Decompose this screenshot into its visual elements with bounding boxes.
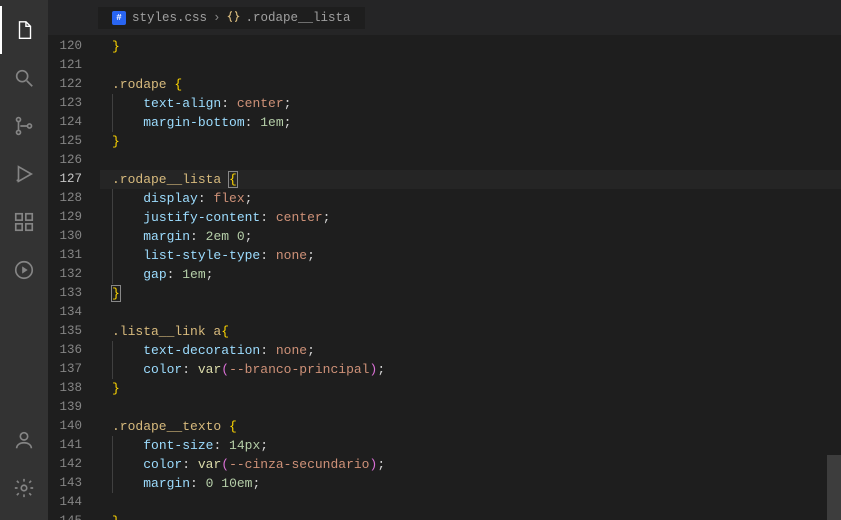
css-file-icon: # (112, 11, 126, 25)
line-number: 132 (48, 265, 82, 284)
code-line[interactable]: text-align: center; (100, 94, 841, 113)
code-line[interactable] (100, 303, 841, 322)
code-line[interactable] (100, 151, 841, 170)
code-line[interactable]: display: flex; (100, 189, 841, 208)
live-server-icon[interactable] (0, 246, 48, 294)
code-line[interactable]: font-size: 14px; (100, 436, 841, 455)
line-number: 127 (48, 170, 82, 189)
breadcrumb-selector: .rodape__lista (246, 11, 351, 25)
accounts-icon[interactable] (0, 416, 48, 464)
extensions-icon[interactable] (0, 198, 48, 246)
code-line[interactable]: justify-content: center; (100, 208, 841, 227)
line-number: 142 (48, 455, 82, 474)
line-number: 122 (48, 75, 82, 94)
search-icon[interactable] (0, 54, 48, 102)
scrollbar-thumb[interactable] (827, 455, 841, 520)
code-line[interactable]: margin: 0 10em; (100, 474, 841, 493)
line-number: 145 (48, 512, 82, 520)
code-line[interactable] (100, 56, 841, 75)
code-line[interactable]: gap: 1em; (100, 265, 841, 284)
css-rule-icon (227, 10, 240, 27)
line-number-gutter: 1201211221231241251261271281291301311321… (48, 35, 100, 520)
line-number: 121 (48, 56, 82, 75)
code-line[interactable]: text-decoration: none; (100, 341, 841, 360)
source-control-icon[interactable] (0, 102, 48, 150)
line-number: 125 (48, 132, 82, 151)
chevron-right-icon: › (213, 11, 221, 25)
editor-area: # styles.css # styles.css › .rodape__lis… (48, 0, 841, 520)
code-line[interactable]: } (100, 132, 841, 151)
line-number: 140 (48, 417, 82, 436)
code-line[interactable]: margin: 2em 0; (100, 227, 841, 246)
code-line[interactable]: .lista__link a{ (100, 322, 841, 341)
line-number: 123 (48, 94, 82, 113)
code-container: 1201211221231241251261271281291301311321… (48, 35, 841, 520)
code-line[interactable]: } (100, 37, 841, 56)
code-line[interactable] (100, 398, 841, 417)
code-line[interactable]: color: var(--branco-principal); (100, 360, 841, 379)
breadcrumb-file: styles.css (132, 11, 207, 25)
run-debug-icon[interactable] (0, 150, 48, 198)
line-number: 141 (48, 436, 82, 455)
code-line[interactable]: } (100, 379, 841, 398)
code-line[interactable]: .rodape { (100, 75, 841, 94)
line-number: 136 (48, 341, 82, 360)
line-number: 128 (48, 189, 82, 208)
line-number: 126 (48, 151, 82, 170)
line-number: 135 (48, 322, 82, 341)
activity-bar (0, 0, 48, 520)
explorer-icon[interactable] (0, 6, 48, 54)
line-number: 120 (48, 37, 82, 56)
vertical-scrollbar[interactable] (827, 35, 841, 520)
code-line[interactable]: margin-bottom: 1em; (100, 113, 841, 132)
line-number: 133 (48, 284, 82, 303)
line-number: 137 (48, 360, 82, 379)
code-line[interactable]: } (100, 512, 841, 520)
code-line[interactable] (100, 493, 841, 512)
line-number: 129 (48, 208, 82, 227)
line-number: 134 (48, 303, 82, 322)
line-number: 124 (48, 113, 82, 132)
line-number: 139 (48, 398, 82, 417)
line-number: 143 (48, 474, 82, 493)
line-number: 131 (48, 246, 82, 265)
code-line[interactable]: .rodape__lista { (100, 170, 841, 189)
code-content[interactable]: } .rodape { text-align: center; margin-bo… (100, 35, 841, 520)
breadcrumb[interactable]: # styles.css › .rodape__lista (98, 7, 365, 29)
code-line[interactable]: color: var(--cinza-secundario); (100, 455, 841, 474)
line-number: 138 (48, 379, 82, 398)
line-number: 130 (48, 227, 82, 246)
code-line[interactable]: .rodape__texto { (100, 417, 841, 436)
code-line[interactable]: list-style-type: none; (100, 246, 841, 265)
code-line[interactable]: } (100, 284, 841, 303)
settings-gear-icon[interactable] (0, 464, 48, 512)
line-number: 144 (48, 493, 82, 512)
